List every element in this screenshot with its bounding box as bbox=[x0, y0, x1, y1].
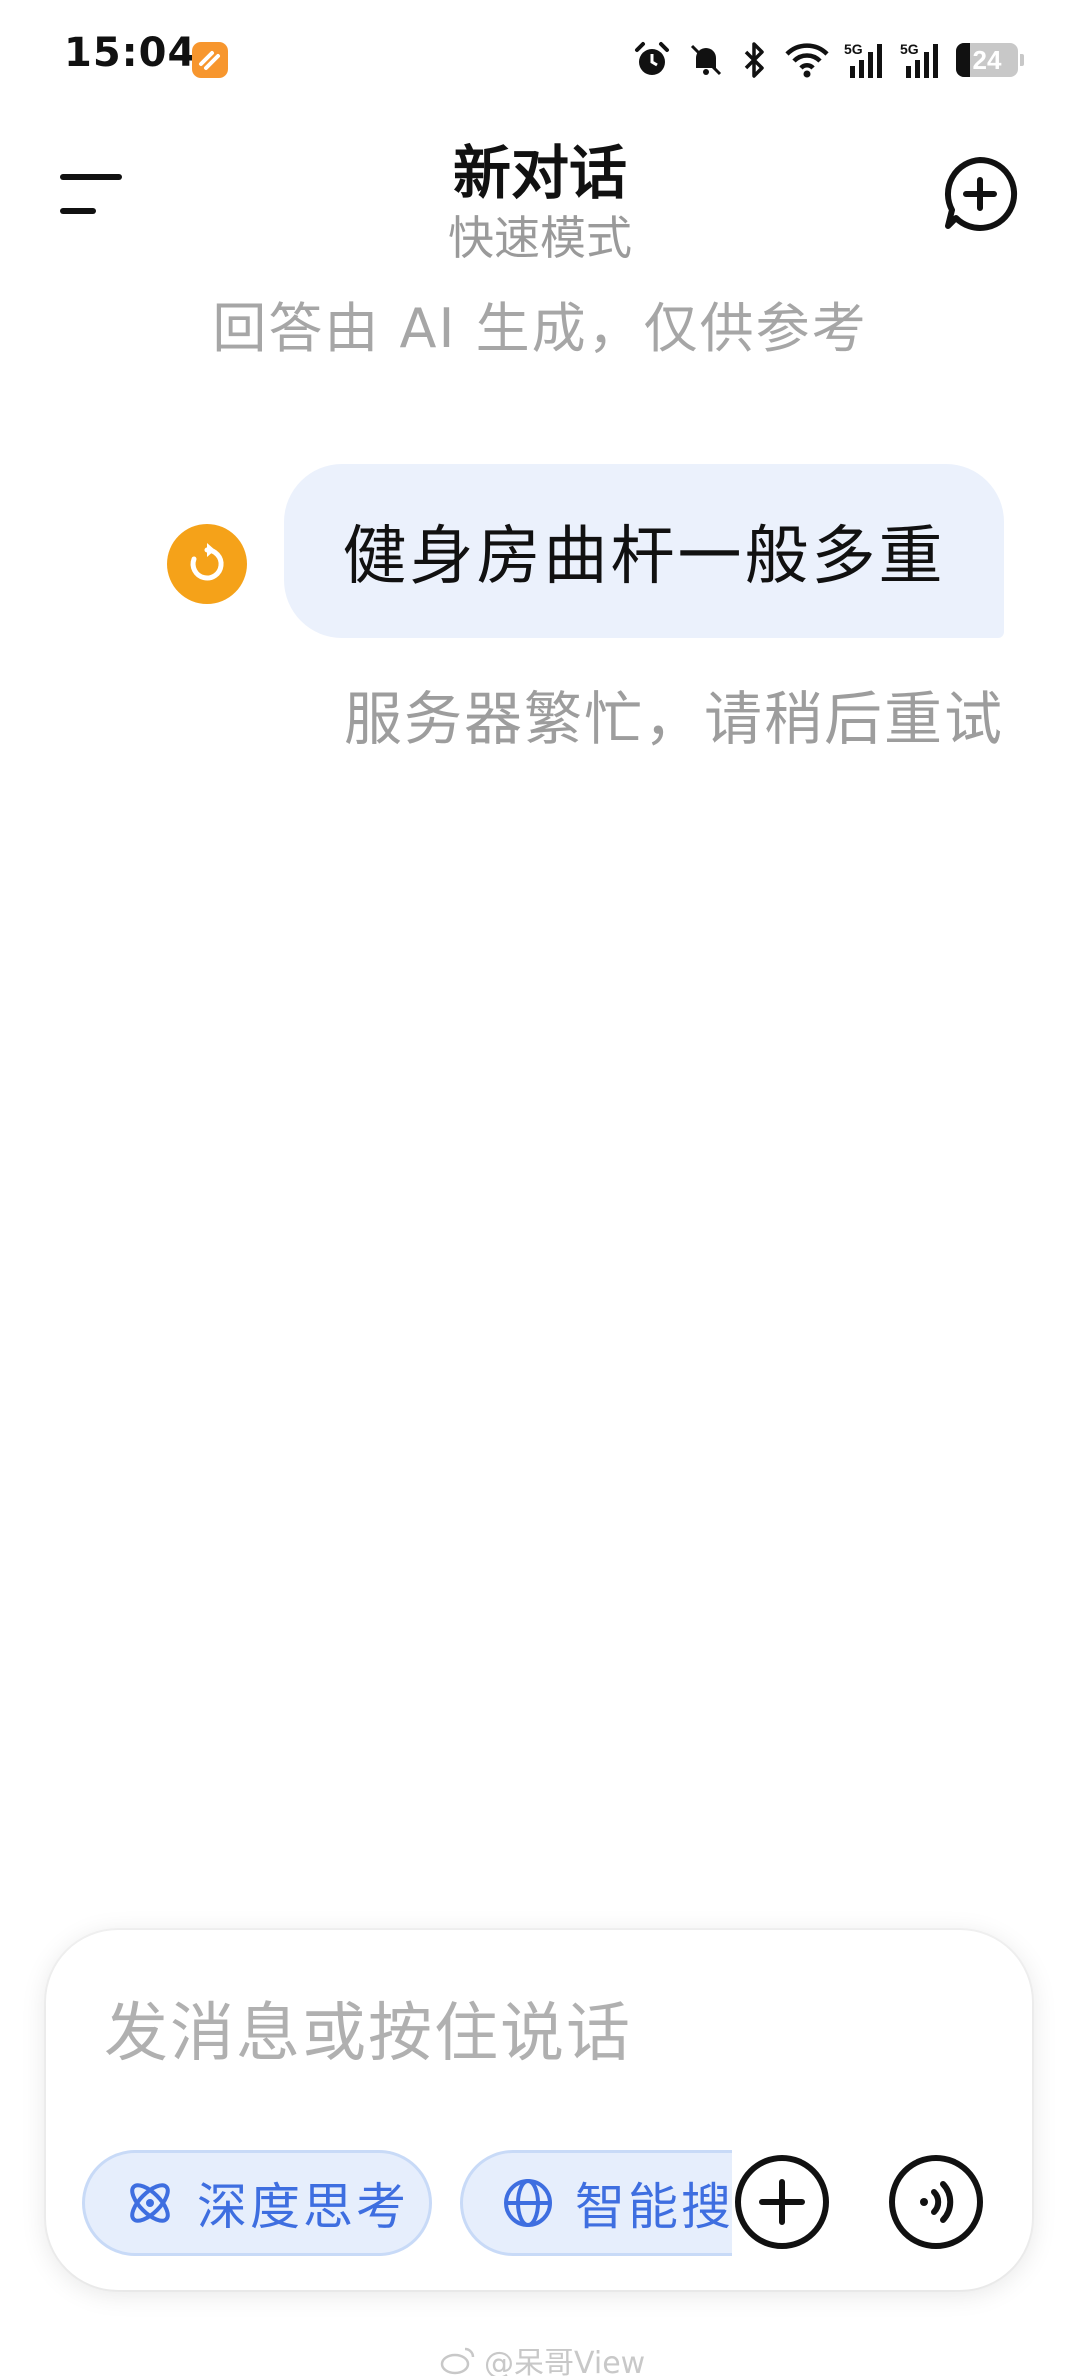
page-title: 新对话 bbox=[452, 139, 627, 207]
chip-scroll-area: 智能搜索 bbox=[460, 2150, 732, 2256]
deep-think-label: 深度思考 bbox=[197, 2178, 409, 2236]
ai-disclaimer: 回答由 AI 生成，仅供参考 bbox=[212, 297, 868, 360]
mute-icon bbox=[690, 44, 722, 76]
chat-screen: 15:04 5G 5G 24 新对话 快速模式 回答由 AI 生成，仅供参考 健… bbox=[0, 0, 1080, 2376]
atom-icon bbox=[130, 2183, 170, 2223]
watermark: @呆哥View bbox=[440, 2338, 645, 2376]
composer-panel: 发消息或按住说话 深度思考 智能搜索 bbox=[46, 1930, 1032, 2290]
wifi-icon bbox=[785, 43, 829, 78]
user-message-bubble[interactable]: 健身房曲杆一般多重 bbox=[284, 464, 1004, 638]
signal-5g-icon: 5G bbox=[900, 41, 938, 78]
deep-think-chip[interactable]: 深度思考 bbox=[82, 2150, 432, 2256]
attach-button[interactable] bbox=[732, 2152, 832, 2252]
battery-level: 24 bbox=[972, 44, 1002, 75]
voice-icon bbox=[889, 2155, 983, 2249]
app-notification-icon bbox=[192, 42, 228, 78]
retry-icon bbox=[190, 543, 224, 581]
signal-5g-icon: 5G bbox=[844, 41, 882, 78]
voice-button[interactable] bbox=[886, 2152, 986, 2252]
status-icons: 5G 5G 24 bbox=[632, 36, 1024, 84]
plus-circle-icon bbox=[735, 2155, 829, 2249]
new-chat-button[interactable] bbox=[940, 154, 1020, 234]
svg-text:5G: 5G bbox=[900, 41, 919, 57]
mode-subtitle[interactable]: 快速模式 bbox=[0, 202, 1080, 268]
user-message-text: 健身房曲杆一般多重 bbox=[342, 520, 946, 594]
weibo-icon bbox=[440, 2347, 475, 2375]
globe-icon bbox=[504, 2179, 552, 2227]
status-bar: 15:04 5G 5G 24 bbox=[0, 0, 1080, 120]
watermark-text: @呆哥View bbox=[484, 2346, 646, 2376]
retry-button[interactable] bbox=[167, 524, 247, 604]
battery-icon: 24 bbox=[956, 43, 1024, 77]
status-time: 15:04 bbox=[64, 30, 197, 76]
message-input[interactable]: 发消息或按住说话 bbox=[104, 1982, 632, 2074]
new-chat-icon bbox=[945, 156, 1018, 231]
svg-text:5G: 5G bbox=[844, 41, 863, 57]
alarm-icon bbox=[635, 42, 669, 75]
smart-search-label: 智能搜索 bbox=[575, 2178, 732, 2236]
error-message: 服务器繁忙，请稍后重试 bbox=[343, 685, 1004, 753]
smart-search-chip[interactable]: 智能搜索 bbox=[460, 2150, 732, 2256]
bluetooth-icon bbox=[744, 42, 764, 78]
